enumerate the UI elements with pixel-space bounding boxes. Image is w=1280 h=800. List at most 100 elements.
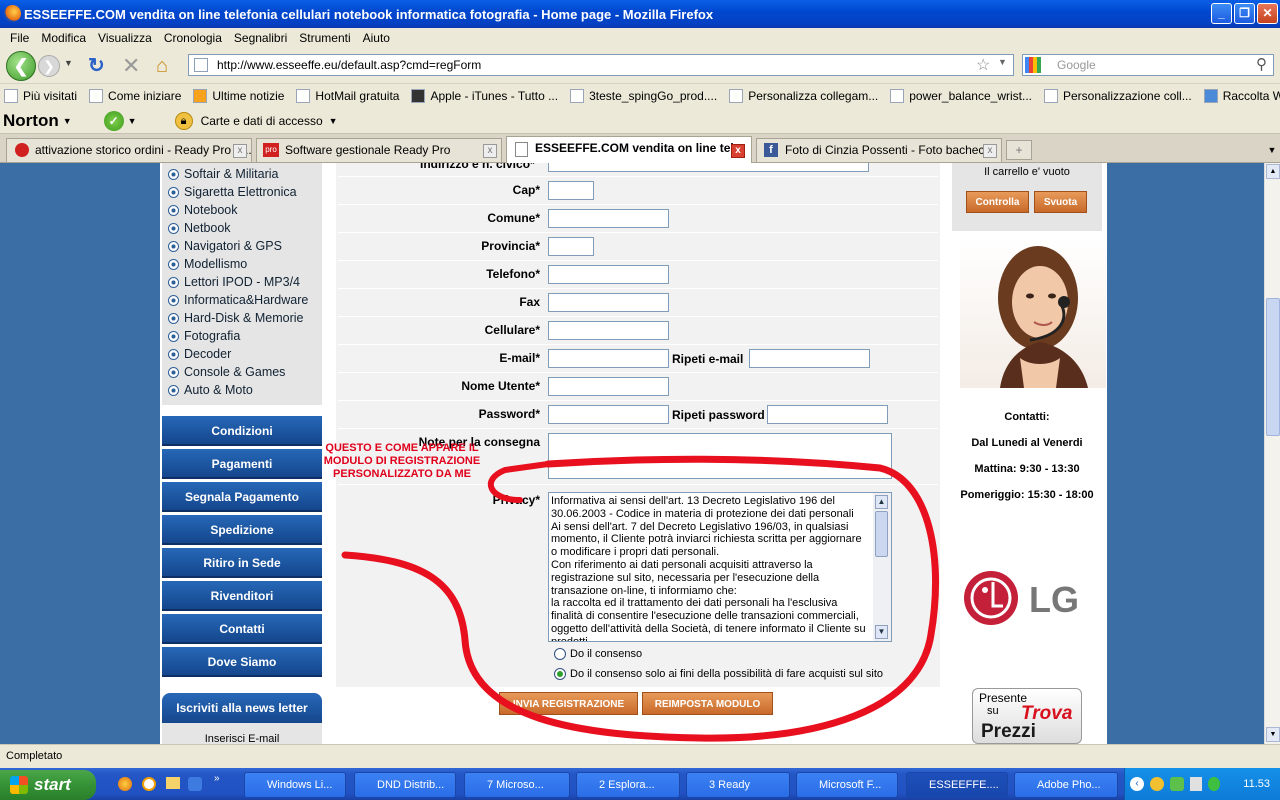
taskbar-item[interactable]: Adobe Pho... [1014, 772, 1118, 798]
taskbar-item[interactable]: 3 Ready [686, 772, 790, 798]
category-item[interactable]: Informatica&Hardware [168, 293, 308, 307]
fax-input[interactable] [548, 293, 669, 312]
quicklaunch-folder-icon[interactable] [166, 777, 180, 789]
taskbar-item[interactable]: 7 Microso... [464, 772, 570, 798]
quicklaunch-messenger-icon[interactable] [142, 777, 156, 791]
tab-list-icon[interactable]: ▼ [1264, 140, 1280, 160]
tab-storico-ordini[interactable]: attivazione storico ordini - Ready Pro -… [6, 138, 252, 162]
tab-facebook[interactable]: f Foto di Cinzia Possenti - Foto bacheca x [756, 138, 1002, 162]
page-scrollbar[interactable]: ▲ ▼ [1264, 163, 1280, 744]
url-bar[interactable]: http://www.esseeffe.eu/default.asp?cmd=r… [188, 54, 1014, 76]
taskbar-item[interactable]: DND Distrib... [354, 772, 456, 798]
tray-wifi-icon[interactable] [1208, 777, 1220, 791]
close-button[interactable]: ✕ [1257, 3, 1278, 24]
notes-textarea[interactable] [548, 433, 892, 479]
close-tab-icon[interactable]: x [233, 144, 247, 158]
clock[interactable]: 11.53 [1243, 778, 1270, 790]
forward-button[interactable]: ❯ [38, 55, 60, 77]
taskbar-item-active[interactable]: ESSEEFFE.... [906, 772, 1008, 798]
search-input[interactable]: Google [1022, 54, 1274, 76]
close-tab-icon[interactable]: x [483, 144, 497, 158]
norton-dropdown-icon[interactable]: ▼ [63, 116, 72, 126]
cellulare-input[interactable] [548, 321, 669, 340]
identity-safe-label[interactable]: Carte e dati di accesso [201, 114, 323, 128]
tray-messenger-icon[interactable] [1150, 777, 1164, 791]
category-item[interactable]: Modellismo [168, 257, 247, 271]
rivenditori-button[interactable]: Rivenditori [162, 581, 322, 611]
reset-form-button[interactable]: REIMPOSTA MODULO [642, 692, 773, 715]
email-input[interactable] [548, 349, 669, 368]
username-input[interactable] [548, 377, 669, 396]
dove-siamo-button[interactable]: Dove Siamo [162, 647, 322, 677]
tray-collapse-icon[interactable]: ‹ [1130, 777, 1144, 791]
menu-cronologia[interactable]: Cronologia [158, 31, 228, 45]
scroll-thumb[interactable] [1266, 298, 1280, 436]
trovaprezzi-badge[interactable]: Presente su Trova Prezzi [972, 688, 1082, 744]
radio-button[interactable] [554, 648, 566, 660]
cart-check-button[interactable]: Controlla [966, 191, 1029, 213]
quicklaunch-firefox-icon[interactable] [118, 777, 132, 791]
google-icon[interactable] [1025, 57, 1041, 73]
maximize-button[interactable]: ❐ [1234, 3, 1255, 24]
bookmark-item[interactable]: Raccolta Web Slice [1203, 89, 1280, 103]
category-item[interactable]: Hard-Disk & Memorie [168, 311, 303, 325]
ritiro-in-sede-button[interactable]: Ritiro in Sede [162, 548, 322, 578]
submit-registration-button[interactable]: INVIA REGISTRAZIONE [499, 692, 638, 715]
menu-visualizza[interactable]: Visualizza [92, 31, 158, 45]
scroll-up-icon[interactable]: ▲ [875, 495, 888, 509]
category-item[interactable]: Navigatori & GPS [168, 239, 282, 253]
menu-file[interactable]: File [4, 31, 35, 45]
contatti-button[interactable]: Contatti [162, 614, 322, 644]
bookmark-star-icon[interactable]: ☆ [976, 55, 990, 75]
bookmark-item[interactable]: 3teste_spingGo_prod.... [570, 89, 717, 103]
bookmark-item[interactable]: Personalizzazione coll... [1043, 89, 1192, 103]
category-item[interactable]: Fotografia [168, 329, 240, 343]
new-tab-button[interactable]: + [1006, 140, 1032, 160]
norton-logo[interactable]: Norton [3, 111, 59, 131]
category-item[interactable]: Decoder [168, 347, 231, 361]
window-titlebar[interactable]: ESSEEFFE.COM vendita on line telefonia c… [0, 0, 1280, 28]
condizioni-button[interactable]: Condizioni [162, 416, 322, 446]
category-item[interactable]: Notebook [168, 203, 238, 217]
quicklaunch-ie-icon[interactable] [188, 777, 202, 791]
tray-network-icon[interactable] [1170, 777, 1184, 791]
tab-ready-pro[interactable]: pro Software gestionale Ready Pro x [256, 138, 502, 162]
taskbar-item[interactable]: 2 Esplora... [576, 772, 680, 798]
cart-empty-button[interactable]: Svuota [1034, 191, 1087, 213]
spedizione-button[interactable]: Spedizione [162, 515, 322, 545]
identity-dropdown-icon[interactable]: ▼ [329, 116, 338, 126]
scroll-down-icon[interactable]: ▼ [875, 625, 888, 639]
consent-full-option[interactable]: Do il consenso [554, 648, 642, 660]
cap-input[interactable] [548, 181, 594, 200]
pagamenti-button[interactable]: Pagamenti [162, 449, 322, 479]
menu-modifica[interactable]: Modifica [35, 31, 92, 45]
category-item[interactable]: Netbook [168, 221, 231, 235]
provincia-input[interactable] [548, 237, 594, 256]
bookmark-item[interactable]: HotMail gratuita [296, 89, 399, 103]
consent-partial-option[interactable]: Do il consenso solo ai fini della possib… [554, 668, 883, 680]
minimize-button[interactable]: _ [1211, 3, 1232, 24]
close-tab-icon[interactable]: x [731, 144, 745, 158]
bookmark-item[interactable]: Più visitati [4, 89, 77, 103]
repeat-password-input[interactable] [767, 405, 888, 424]
password-input[interactable] [548, 405, 669, 424]
bookmark-item[interactable]: Apple - iTunes - Tutto ... [411, 89, 558, 103]
privacy-textarea[interactable]: Informativa ai sensi dell'art. 13 Decret… [548, 492, 892, 642]
close-tab-icon[interactable]: x [983, 144, 997, 158]
bookmark-item[interactable]: Personalizza collegam... [729, 89, 878, 103]
reload-icon[interactable]: ↻ [88, 48, 105, 84]
lg-logo[interactable]: LG [963, 570, 1093, 630]
taskbar-item[interactable]: Windows Li... [244, 772, 346, 798]
back-button[interactable]: ❮ [6, 51, 36, 81]
bookmark-item[interactable]: Come iniziare [89, 89, 181, 103]
url-dropdown-icon[interactable]: ▼ [998, 57, 1007, 67]
scroll-down-icon[interactable]: ▼ [1266, 727, 1280, 742]
category-item[interactable]: Auto & Moto [168, 383, 253, 397]
menu-strumenti[interactable]: Strumenti [293, 31, 356, 45]
telefono-input[interactable] [548, 265, 669, 284]
segnala-pagamento-button[interactable]: Segnala Pagamento [162, 482, 322, 512]
scroll-up-icon[interactable]: ▲ [1266, 164, 1280, 179]
tray-volume-icon[interactable] [1190, 777, 1202, 791]
menu-segnalibri[interactable]: Segnalibri [228, 31, 293, 45]
home-icon[interactable]: ⌂ [156, 48, 168, 84]
